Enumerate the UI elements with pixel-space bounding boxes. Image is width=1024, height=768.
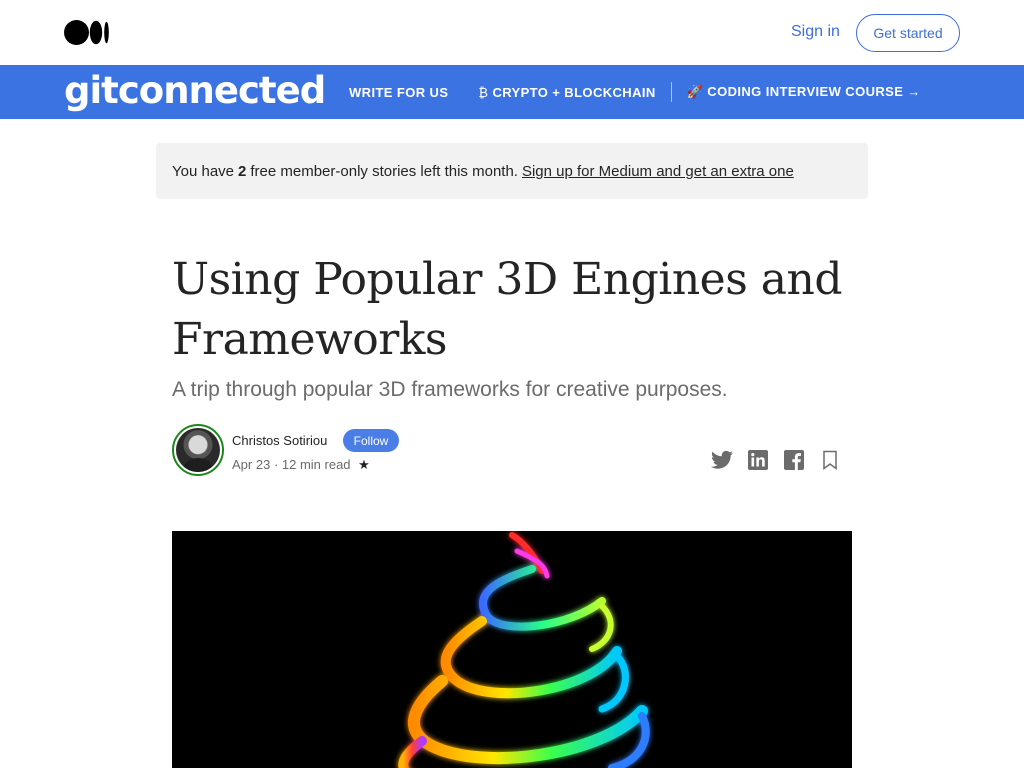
banner-suffix: free member-only stories left this month… [250, 162, 518, 180]
bitcoin-icon: ₿ [478, 84, 489, 100]
facebook-icon[interactable] [782, 448, 806, 472]
hero-light-spiral [398, 532, 650, 768]
publication-links: WRITE FOR US ₿ CRYPTO + BLOCKCHAIN 🚀 CODIN… [349, 65, 921, 119]
publish-date: Apr 23 [232, 457, 271, 472]
get-started-button[interactable]: Get started [856, 14, 960, 52]
member-star-icon: ★ [358, 457, 370, 472]
article-subtitle: A trip through popular 3D frameworks for… [172, 378, 728, 401]
twitter-icon[interactable] [710, 448, 734, 472]
sign-in-link[interactable]: Sign in [791, 23, 840, 41]
hero-image [172, 531, 852, 768]
nav-divider [670, 82, 672, 102]
nav-crypto-blockchain[interactable]: ₿ CRYPTO + BLOCKCHAIN [478, 85, 655, 100]
signup-link[interactable]: Sign up for Medium and get an extra one [522, 163, 794, 180]
top-bar: Sign in Get started [0, 0, 1024, 65]
nav-coding-label: CODING INTERVIEW COURSE → [707, 84, 921, 99]
nav-crypto-label: CRYPTO + BLOCKCHAIN [492, 84, 656, 100]
nav-coding-interview-course[interactable]: 🚀 CODING INTERVIEW COURSE → [687, 84, 921, 100]
share-actions [710, 448, 842, 472]
read-time: 12 min read [281, 457, 351, 472]
member-stories-banner: You have 2 free member-only stories left… [156, 143, 868, 199]
article-title: Using Popular 3D Engines and Frameworks [172, 254, 843, 365]
follow-button[interactable]: Follow [343, 429, 399, 452]
bookmark-icon[interactable] [818, 448, 842, 472]
author-name[interactable]: Christos Sotiriou [232, 433, 327, 448]
nav-write-for-us-label: WRITE FOR US [349, 84, 449, 100]
article-meta: Apr 23 · 12 min read ★ [232, 457, 370, 472]
rocket-icon: 🚀 [686, 84, 704, 99]
author-avatar[interactable] [172, 424, 224, 476]
nav-write-for-us[interactable]: WRITE FOR US [349, 85, 448, 100]
avatar-photo [176, 428, 220, 472]
banner-count: 2 [238, 162, 247, 180]
medium-logo-icon[interactable] [64, 20, 110, 45]
author-row: Christos Sotiriou Follow Apr 23 · 12 min… [172, 424, 852, 480]
linkedin-icon[interactable] [746, 448, 770, 472]
banner-prefix: You have [172, 162, 235, 180]
publication-nav: gitconnected WRITE FOR US ₿ CRYPTO + BLOC… [0, 65, 1024, 119]
publication-logo[interactable]: gitconnected [64, 69, 326, 113]
